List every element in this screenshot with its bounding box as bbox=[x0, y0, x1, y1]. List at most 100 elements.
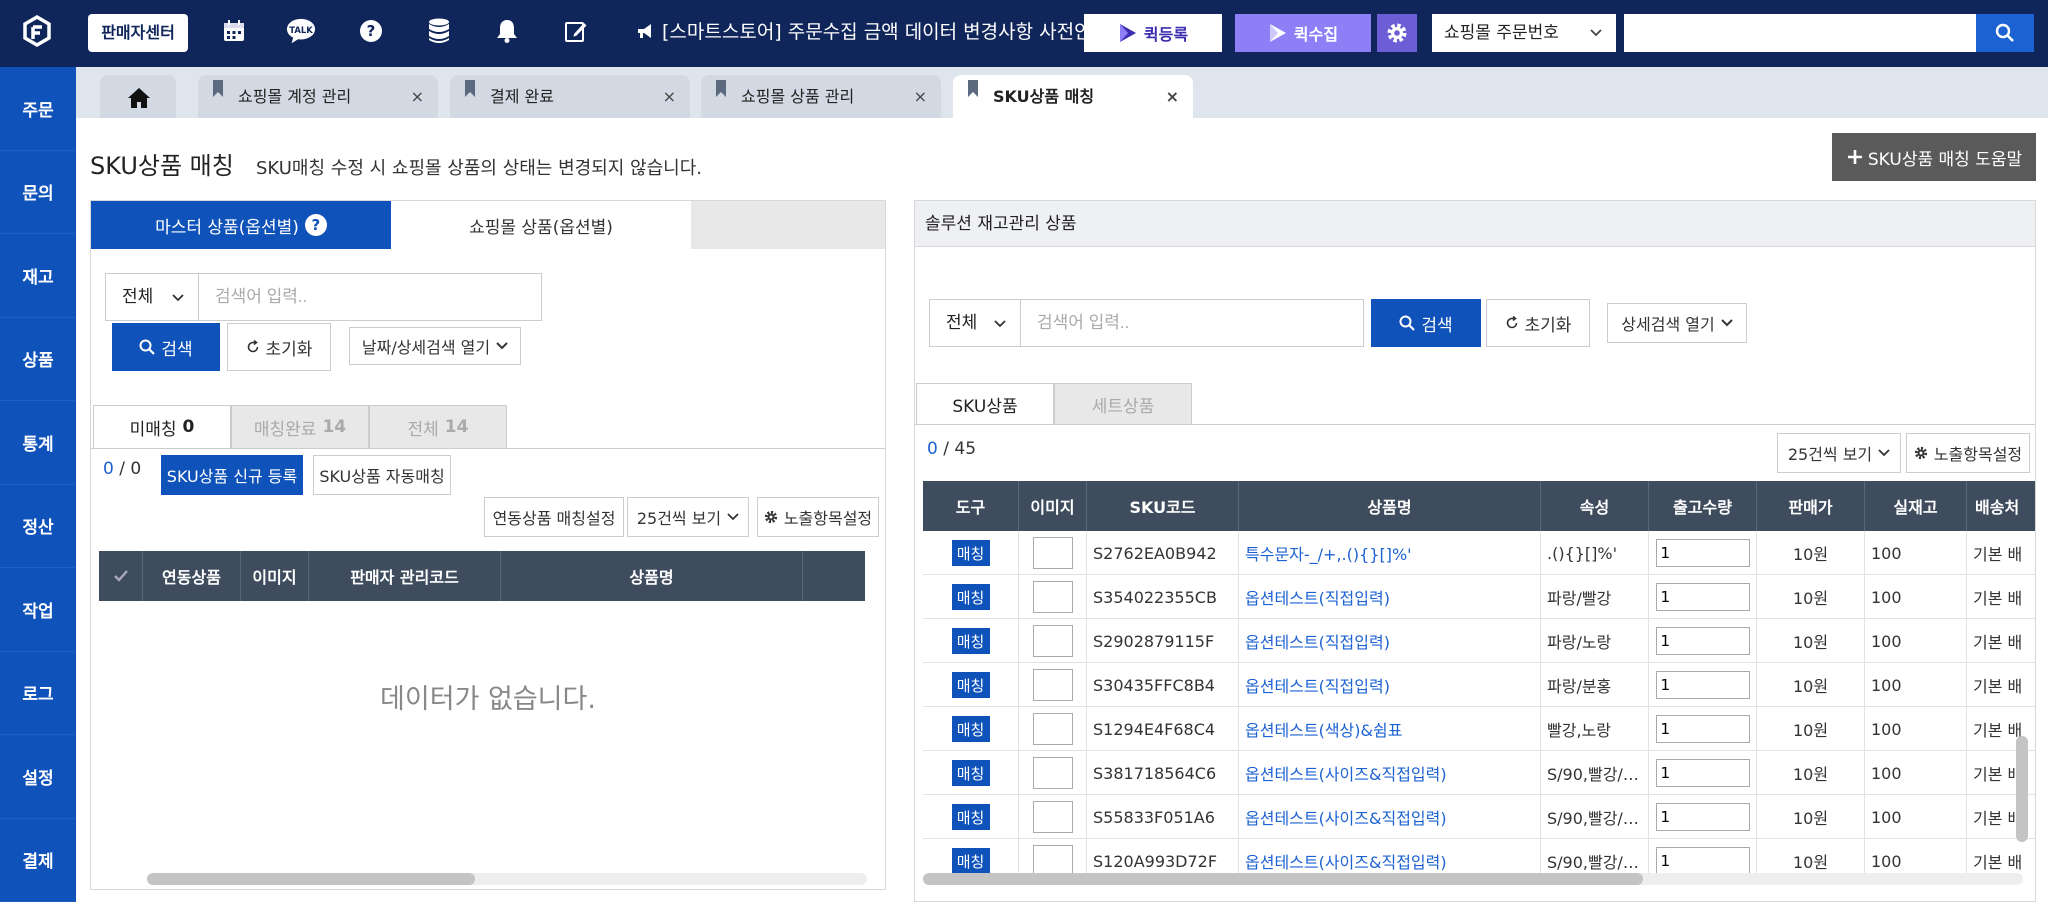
sidebar-item-stats[interactable]: 통계 bbox=[0, 401, 76, 485]
match-button[interactable]: 매칭 bbox=[951, 760, 990, 786]
match-button[interactable]: 매칭 bbox=[951, 672, 990, 698]
table-row[interactable]: 매칭 S30435FFC8B4 옵션테스트(직접입력) 파랑/분홍 10원 100 기본 배 bbox=[923, 663, 2035, 707]
top-search-button[interactable] bbox=[1976, 14, 2034, 52]
table-row[interactable]: 매칭 S381718564C6 옵션테스트(사이즈&직접입력) S/90,빨강/… 10… bbox=[923, 751, 2035, 795]
match-button[interactable]: 매칭 bbox=[951, 848, 990, 873]
left-page-size-select[interactable]: 25건씩 보기 bbox=[627, 497, 749, 537]
bell-icon[interactable] bbox=[492, 16, 522, 46]
talk-icon[interactable]: TALK bbox=[286, 16, 316, 46]
table-row[interactable]: 매칭 S354022355CB 옵션테스트(직접입력) 파랑/빨강 10원 100 기본 배 bbox=[923, 575, 2035, 619]
close-icon[interactable]: × bbox=[663, 75, 676, 118]
sidebar-item-stock[interactable]: 재고 bbox=[0, 234, 76, 318]
cell-code: S1294E4F68C4 bbox=[1087, 707, 1239, 751]
tab-home[interactable] bbox=[100, 75, 176, 118]
sidebar-item-products[interactable]: 상품 bbox=[0, 318, 76, 401]
question-icon[interactable]: ? bbox=[304, 214, 327, 236]
sku-matching-help-button[interactable]: SKU상품 매칭 도움말 bbox=[1832, 133, 2036, 181]
auto-match-button[interactable]: SKU상품 자동매칭 bbox=[313, 455, 451, 495]
right-horizontal-scrollbar[interactable] bbox=[923, 873, 2023, 885]
match-button[interactable]: 매칭 bbox=[951, 540, 990, 566]
right-search-input[interactable] bbox=[1020, 299, 1364, 347]
left-filter-select[interactable]: 전체 bbox=[105, 273, 199, 321]
close-icon[interactable]: × bbox=[411, 75, 424, 118]
seller-center-button[interactable]: 판매자센터 bbox=[88, 14, 188, 52]
left-detail-search-button[interactable]: 날짜/상세검색 열기 bbox=[349, 327, 521, 365]
match-button[interactable]: 매칭 bbox=[951, 628, 990, 654]
linked-match-setting-button[interactable]: 연동상품 매칭설정 bbox=[484, 497, 624, 537]
check-all-header[interactable] bbox=[99, 551, 143, 601]
help-icon[interactable]: ? bbox=[356, 16, 386, 46]
left-reset-button[interactable]: 초기화 bbox=[227, 323, 331, 371]
tab-unmatched[interactable]: 미매칭 0 bbox=[93, 405, 231, 449]
product-name-link[interactable]: 옵션테스트(직접입력) bbox=[1245, 585, 1390, 609]
sidebar-item-orders[interactable]: 주문 bbox=[0, 67, 76, 151]
tab-matched[interactable]: 매칭완료 14 bbox=[231, 405, 369, 449]
tab-mall-products[interactable]: 쇼핑몰 상품 관리 × bbox=[701, 75, 941, 118]
ship-qty-input[interactable] bbox=[1655, 671, 1750, 699]
table-row[interactable]: 매칭 S55833F051A6 옵션테스트(사이즈&직접입력) S/90,빨강/… 10… bbox=[923, 795, 2035, 839]
product-name-link[interactable]: 특수문자-_/+,.(){}[]%' bbox=[1245, 541, 1412, 565]
tab-payment-complete[interactable]: 결제 완료 × bbox=[450, 75, 690, 118]
product-name-link[interactable]: 옵션테스트(사이즈&직접입력) bbox=[1245, 849, 1447, 873]
ship-qty-input[interactable] bbox=[1655, 539, 1750, 567]
tab-master-products[interactable]: 마스터 상품(옵션별) ? bbox=[91, 201, 391, 249]
cell-name: 옵션테스트(사이즈&직접입력) bbox=[1239, 839, 1541, 873]
sidebar-item-logs[interactable]: 로그 bbox=[0, 652, 76, 735]
new-sku-button[interactable]: SKU상품 신규 등록 bbox=[161, 455, 303, 495]
tab-mall-products-options[interactable]: 쇼핑몰 상품(옵션별) bbox=[391, 201, 691, 249]
table-row[interactable]: 매칭 S2902879115F 옵션테스트(직접입력) 파랑/노랑 10원 100 기본 배 bbox=[923, 619, 2035, 663]
ship-qty-input[interactable] bbox=[1655, 803, 1750, 831]
table-row[interactable]: 매칭 S2762EA0B942 특수문자-_/+,.(){}[]%' .(){}[]%… bbox=[923, 531, 2035, 575]
ship-qty-input[interactable] bbox=[1655, 627, 1750, 655]
tab-all[interactable]: 전체 14 bbox=[369, 405, 507, 449]
right-search-button[interactable]: 검색 bbox=[1371, 299, 1481, 347]
tab-sku-products[interactable]: SKU상품 bbox=[916, 383, 1054, 425]
sidebar-item-settings[interactable]: 설정 bbox=[0, 735, 76, 819]
match-button[interactable]: 매칭 bbox=[951, 716, 990, 742]
table-row[interactable]: 매칭 S1294E4F68C4 옵션테스트(색상)&쉼표 빨강,노랑 10원 100 기본 … bbox=[923, 707, 2035, 751]
left-columns-setting-button[interactable]: 노출항목설정 bbox=[757, 497, 879, 537]
database-icon[interactable] bbox=[424, 16, 454, 46]
product-name-link[interactable]: 옵션테스트(사이즈&직접입력) bbox=[1245, 805, 1447, 829]
scrollbar-thumb[interactable] bbox=[147, 873, 475, 885]
edit-icon[interactable] bbox=[561, 16, 591, 46]
right-detail-search-button[interactable]: 상세검색 열기 bbox=[1607, 303, 1747, 343]
product-name-link[interactable]: 옵션테스트(사이즈&직접입력) bbox=[1245, 761, 1447, 785]
table-row[interactable]: 매칭 S120A993D72F 옵션테스트(사이즈&직접입력) S/90,빨강/… 10… bbox=[923, 839, 2035, 873]
close-icon[interactable]: × bbox=[914, 75, 927, 118]
match-button[interactable]: 매칭 bbox=[951, 584, 990, 610]
sidebar-item-settlement[interactable]: 정산 bbox=[0, 485, 76, 568]
right-columns-setting-button[interactable]: 노출항목설정 bbox=[1906, 433, 2030, 473]
tab-set-products[interactable]: 세트상품 bbox=[1054, 383, 1192, 425]
logo-icon[interactable] bbox=[20, 14, 54, 48]
notice-text[interactable]: [스마트스토어] 주문수집 금액 데이터 변경사항 사전안내 bbox=[662, 16, 1109, 48]
ship-qty-input[interactable] bbox=[1655, 847, 1750, 873]
ship-qty-input[interactable] bbox=[1655, 715, 1750, 743]
tab-mall-account[interactable]: 쇼핑몰 계정 관리 × bbox=[198, 75, 438, 118]
right-reset-button[interactable]: 초기화 bbox=[1486, 299, 1590, 347]
product-name-link[interactable]: 옵션테스트(직접입력) bbox=[1245, 673, 1390, 697]
match-button[interactable]: 매칭 bbox=[951, 804, 990, 830]
close-icon[interactable]: × bbox=[1166, 75, 1179, 118]
top-search-input[interactable] bbox=[1624, 14, 1976, 52]
ship-qty-input[interactable] bbox=[1655, 759, 1750, 787]
quick-register-button[interactable]: 퀵등록 bbox=[1084, 14, 1222, 52]
right-vertical-scrollbar[interactable] bbox=[2016, 736, 2028, 842]
left-search-input[interactable] bbox=[198, 273, 542, 321]
product-name-link[interactable]: 옵션테스트(직접입력) bbox=[1245, 629, 1390, 653]
left-horizontal-scrollbar[interactable] bbox=[147, 873, 867, 885]
order-number-select[interactable]: 쇼핑몰 주문번호 bbox=[1432, 14, 1616, 52]
right-page-size-select[interactable]: 25건씩 보기 bbox=[1777, 433, 1901, 473]
left-search-button[interactable]: 검색 bbox=[112, 323, 220, 371]
tab-sku-matching[interactable]: SKU상품 매칭 × bbox=[953, 75, 1193, 118]
quick-collect-button[interactable]: 퀵수집 bbox=[1235, 14, 1371, 52]
ship-qty-input[interactable] bbox=[1655, 583, 1750, 611]
sidebar-item-inquiry[interactable]: 문의 bbox=[0, 151, 76, 234]
sidebar-item-payment[interactable]: 결제 bbox=[0, 819, 76, 902]
settings-gear-button[interactable] bbox=[1377, 14, 1417, 52]
sidebar-item-jobs[interactable]: 작업 bbox=[0, 568, 76, 652]
right-filter-select[interactable]: 전체 bbox=[929, 299, 1021, 347]
calendar-icon[interactable] bbox=[219, 16, 249, 46]
product-name-link[interactable]: 옵션테스트(색상)&쉼표 bbox=[1245, 717, 1402, 741]
scrollbar-thumb[interactable] bbox=[923, 873, 1643, 885]
